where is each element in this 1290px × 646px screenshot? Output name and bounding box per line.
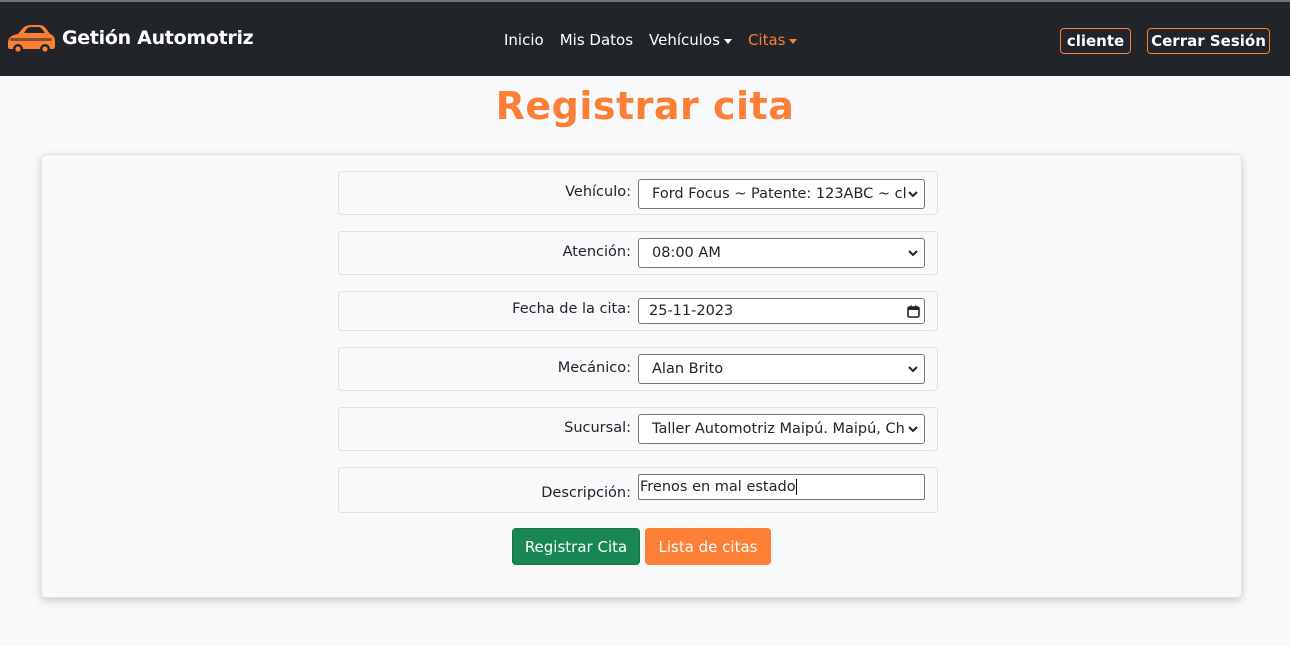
chevron-down-icon [906, 422, 920, 436]
vehiculo-select-value: Ford Focus ~ Patente: 123ABC ~ cliente [652, 186, 906, 202]
fecha-date-input[interactable]: 25-11-2023 [638, 298, 925, 324]
nav-dropdown-vehiculos[interactable]: Vehículos [649, 31, 732, 49]
logout-button[interactable]: Cerrar Sesión [1147, 28, 1270, 54]
descripcion-label: Descripción: [541, 485, 631, 501]
fecha-date-value: 25-11-2023 [649, 303, 734, 319]
sports-car-icon [8, 25, 55, 54]
form-row-atencion: Atención: 08:00 AM [338, 231, 938, 275]
main-nav: Inicio Mis Datos Vehículos Citas [504, 28, 813, 52]
form-row-vehiculo: Vehículo: Ford Focus ~ Patente: 123ABC ~… [338, 171, 938, 215]
nav-link-label: Mis Datos [559, 31, 634, 49]
atencion-select[interactable]: 08:00 AM [638, 238, 925, 268]
mecanico-select[interactable]: Alan Brito [638, 354, 925, 384]
form-row-descripcion: Descripción: Frenos en mal estado [338, 467, 938, 513]
nav-link-inicio[interactable]: Inicio [504, 31, 544, 49]
nav-link-label: Inicio [504, 31, 544, 49]
form-row-mecanico: Mecánico: Alan Brito [338, 347, 938, 391]
mecanico-select-value: Alan Brito [652, 361, 724, 377]
nav-link-label: Citas [747, 31, 786, 49]
descripcion-input-value: Frenos en mal estado [640, 479, 796, 495]
caret-down-icon [723, 38, 732, 44]
page-title: Registrar cita [495, 84, 795, 128]
nav-link-label: Vehículos [649, 31, 720, 49]
brand-name: Getión Automotriz [62, 27, 254, 49]
user-button[interactable]: cliente [1060, 28, 1131, 54]
calendar-icon [906, 304, 920, 318]
lista-citas-button[interactable]: Lista de citas [645, 528, 771, 565]
vehiculo-label: Vehículo: [565, 184, 631, 200]
chevron-down-icon [906, 362, 920, 376]
nav-link-mis-datos[interactable]: Mis Datos [560, 31, 633, 49]
sucursal-select-value: Taller Automotriz Maipú. Maipú, Chile [652, 421, 906, 437]
sucursal-label: Sucursal: [564, 420, 631, 436]
top-navbar: Getión Automotriz Inicio Mis Datos Vehíc… [0, 0, 1290, 76]
chevron-down-icon [906, 246, 920, 260]
chevron-down-icon [906, 187, 920, 201]
text-cursor [795, 479, 797, 495]
fecha-label: Fecha de la cita: [512, 301, 631, 317]
appointment-form-card: Vehículo: Ford Focus ~ Patente: 123ABC ~… [41, 154, 1242, 598]
atencion-label: Atención: [562, 244, 631, 260]
descripcion-input[interactable]: Frenos en mal estado [638, 474, 925, 500]
registrar-cita-button[interactable]: Registrar Cita [512, 528, 640, 565]
mecanico-label: Mecánico: [557, 360, 631, 376]
caret-down-icon [789, 38, 798, 44]
nav-dropdown-citas[interactable]: Citas [748, 31, 798, 49]
sucursal-select[interactable]: Taller Automotriz Maipú. Maipú, Chile [638, 414, 925, 444]
form-row-fecha: Fecha de la cita: 25-11-2023 [338, 291, 938, 331]
atencion-select-value: 08:00 AM [652, 245, 721, 261]
brand[interactable]: Getión Automotriz [6, 20, 254, 56]
form-row-sucursal: Sucursal: Taller Automotriz Maipú. Maipú… [338, 407, 938, 451]
vehiculo-select[interactable]: Ford Focus ~ Patente: 123ABC ~ cliente [638, 179, 925, 209]
